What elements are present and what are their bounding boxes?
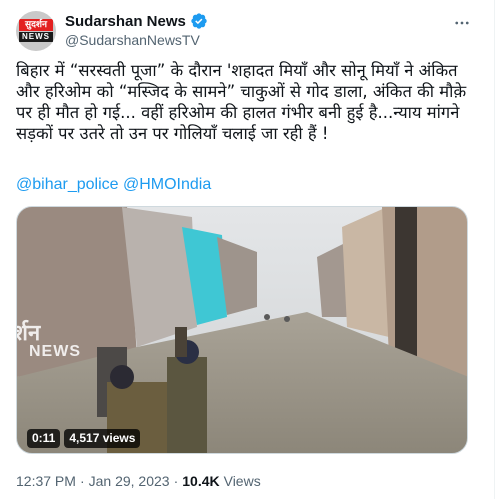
mention-link-hmoindia[interactable]: @HMOIndia — [123, 176, 211, 193]
avatar-logo-top: सुदर्शन — [19, 19, 53, 31]
more-options-button[interactable] — [452, 13, 472, 33]
video-watermark-sub: NEWS — [29, 343, 81, 360]
author-handle[interactable]: @SudarshanNewsTV — [65, 32, 200, 48]
tweet-date[interactable]: Jan 29, 2023 — [89, 473, 170, 489]
video-frame — [17, 207, 467, 453]
video-time-badge: 0:11 — [27, 429, 61, 448]
video-badges: 0:11 4,517 views — [27, 429, 141, 448]
views-label: Views — [223, 473, 261, 489]
tweet-mentions: @bihar_police @HMOIndia — [16, 176, 211, 194]
author-display-name[interactable]: Sudarshan News — [65, 13, 186, 30]
meta-separator: · — [79, 473, 85, 489]
video-player[interactable]: र्शन NEWS 0:11 4,517 views — [16, 206, 468, 454]
author-name-row: Sudarshan News — [65, 12, 208, 30]
more-icon — [455, 21, 469, 25]
tweet-time[interactable]: 12:37 PM — [16, 473, 76, 489]
avatar[interactable]: सुदर्शन NEWS — [16, 11, 56, 51]
meta-separator: · — [173, 473, 179, 489]
verified-badge-icon — [191, 13, 207, 29]
tweet-text: बिहार में “सरस्वती पूजा” के दौरान 'शहादत… — [16, 61, 472, 143]
avatar-logo-bottom: NEWS — [19, 32, 53, 42]
tweet-card[interactable]: सुदर्शन NEWS Sudarshan News @SudarshanNe… — [0, 0, 495, 499]
video-views-badge: 4,517 views — [64, 429, 141, 448]
tweet-meta: 12:37 PM · Jan 29, 2023 · 10.4K Views — [16, 473, 261, 489]
views-count: 10.4K — [182, 473, 220, 489]
mention-link-bihar-police[interactable]: @bihar_police — [16, 176, 119, 193]
